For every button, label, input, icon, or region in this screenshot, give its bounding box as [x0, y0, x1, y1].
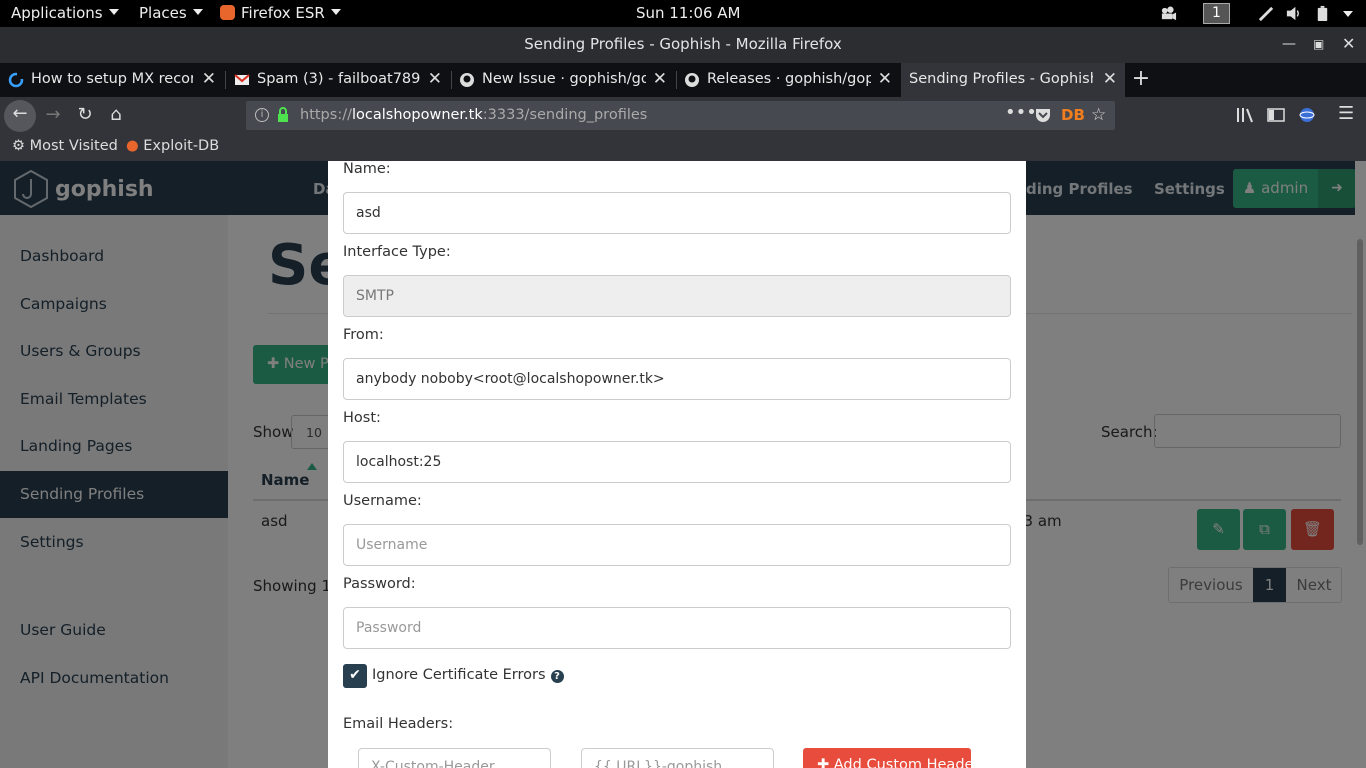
add-custom-header-label: Add Custom Header	[833, 757, 971, 768]
globe-extension-icon[interactable]	[1298, 106, 1316, 124]
window-titlebar: Sending Profiles - Gophish - Mozilla Fir…	[0, 27, 1366, 63]
password-label: Password:	[343, 576, 416, 592]
info-icon[interactable]: i	[255, 108, 269, 122]
github-icon	[460, 73, 474, 87]
tab-mx-records[interactable]: How to setup MX records ✕	[0, 63, 224, 97]
exploit-db-icon: ●	[126, 138, 139, 154]
firefox-icon	[220, 5, 235, 20]
minimize-icon[interactable]: —	[1282, 27, 1296, 61]
workspace-indicator[interactable]: 1	[1203, 3, 1230, 24]
custom-header-name-input[interactable]: X-Custom-Header	[358, 748, 551, 768]
url-host: localshopowner.tk	[351, 107, 483, 123]
ignore-cert-checkbox[interactable]: ✔	[343, 664, 367, 688]
sending-profile-modal: Name: Interface Type: From: Host: Userna…	[328, 161, 1026, 768]
add-custom-header-button[interactable]: ✚ Add Custom Header	[803, 748, 971, 768]
applications-label: Applications	[11, 4, 103, 22]
reload-button[interactable]: ↻	[70, 101, 100, 131]
clock[interactable]: Sun 11:06 AM	[636, 4, 741, 22]
username-label: Username:	[343, 493, 422, 509]
bookmark-star-icon[interactable]: ☆	[1091, 101, 1106, 129]
gear-icon: ⚙	[12, 138, 25, 154]
battery-icon[interactable]	[1314, 5, 1331, 22]
custom-header-value-input[interactable]: {{.URL}}-gophish	[581, 748, 774, 768]
url-path: :3333/sending_profiles	[482, 107, 648, 123]
url-text: https://localshopowner.tk:3333/sending_p…	[300, 101, 647, 129]
forward-button[interactable]: →	[38, 101, 68, 131]
checkmark-icon: ✔	[349, 667, 361, 683]
bookmark-label: Exploit-DB	[143, 138, 220, 154]
github-icon	[685, 73, 699, 87]
window-title: Sending Profiles - Gophish - Mozilla Fir…	[524, 35, 842, 53]
firefox-app-menu[interactable]: Firefox ESR	[220, 4, 341, 22]
places-menu[interactable]: Places	[139, 4, 203, 22]
extension-icon[interactable]: DB	[1061, 101, 1085, 129]
tab-sending-profiles[interactable]: Sending Profiles - Gophish ✕	[901, 63, 1125, 97]
firefox-menu-label: Firefox ESR	[241, 4, 325, 22]
tab-close-icon[interactable]: ✕	[1103, 63, 1117, 96]
browser-viewport: gophish Da ding Profiles Settings ♟ admi…	[0, 161, 1366, 768]
ignore-cert-label-text: Ignore Certificate Errors	[372, 667, 546, 683]
email-headers-label: Email Headers:	[343, 716, 454, 732]
tab-close-icon[interactable]: ✕	[202, 63, 216, 96]
chevron-down-icon	[192, 9, 203, 15]
page-actions-icon[interactable]: •••	[1005, 99, 1037, 127]
bookmarks-toolbar: ⚙ Most Visited ● Exploit-DB	[0, 134, 1366, 161]
from-input[interactable]	[343, 358, 1011, 400]
tab-close-icon[interactable]: ✕	[878, 63, 892, 96]
interface-type-input	[343, 275, 1011, 317]
tab-close-icon[interactable]: ✕	[428, 63, 442, 96]
pocket-icon[interactable]	[1035, 108, 1051, 123]
pen-icon[interactable]	[1258, 5, 1275, 22]
tab-new-issue[interactable]: New Issue · gophish/goph ✕	[451, 63, 675, 97]
maximize-icon[interactable]: ▣	[1313, 27, 1324, 61]
gnome-top-bar: Applications Places Firefox ESR Sun 11:0…	[0, 0, 1366, 27]
back-button[interactable]: ←	[4, 100, 36, 132]
tab-close-icon[interactable]: ✕	[653, 63, 667, 96]
hamburger-menu-icon[interactable]: ☰	[1338, 103, 1354, 124]
plus-icon: ✚	[817, 757, 830, 768]
applications-menu[interactable]: Applications	[11, 4, 119, 22]
refresh-blue-icon	[8, 72, 24, 88]
password-input[interactable]	[343, 607, 1011, 649]
url-scheme: https://	[300, 107, 352, 123]
window-close-icon[interactable]: ✕	[1342, 27, 1355, 61]
tab-title: Spam (3) - failboat789@	[257, 71, 421, 87]
chevron-down-icon	[108, 9, 119, 15]
tab-title: Sending Profiles - Gophish	[909, 71, 1093, 87]
url-bar[interactable]: i https://localshopowner.tk:3333/sending…	[246, 101, 1115, 130]
name-input[interactable]	[343, 192, 1011, 234]
interface-type-label: Interface Type:	[343, 244, 451, 260]
host-label: Host:	[343, 410, 381, 426]
tab-releases[interactable]: Releases · gophish/gophi ✕	[676, 63, 900, 97]
navigation-toolbar: ← → ↻ ⌂ i https://localshopowner.tk:3333…	[0, 97, 1366, 134]
lock-icon[interactable]	[276, 107, 290, 123]
home-button[interactable]: ⌂	[101, 101, 131, 131]
host-input[interactable]	[343, 441, 1011, 483]
new-tab-button[interactable]: +	[1128, 63, 1154, 97]
volume-icon[interactable]	[1285, 5, 1302, 22]
bookmark-exploit-db[interactable]: ● Exploit-DB	[126, 138, 219, 154]
ignore-cert-label[interactable]: Ignore Certificate Errors?	[372, 667, 564, 683]
tab-strip: How to setup MX records ✕ Spam (3) - fai…	[0, 63, 1366, 97]
system-menu-chevron-icon[interactable]	[1343, 11, 1353, 17]
chevron-down-icon	[330, 9, 341, 15]
places-label: Places	[139, 4, 187, 22]
question-circle-icon[interactable]: ?	[550, 670, 564, 683]
tab-title: New Issue · gophish/goph	[482, 71, 646, 87]
name-label: Name:	[343, 161, 391, 177]
tab-title: How to setup MX records	[31, 71, 193, 87]
bookmark-label: Most Visited	[29, 138, 118, 154]
video-camera-icon[interactable]	[1160, 5, 1177, 22]
bookmark-most-visited[interactable]: ⚙ Most Visited	[12, 138, 118, 154]
sidebar-toggle-icon[interactable]	[1267, 108, 1285, 122]
gmail-icon	[234, 74, 250, 85]
tab-gmail-spam[interactable]: Spam (3) - failboat789@ ✕	[226, 63, 450, 97]
username-input[interactable]	[343, 524, 1011, 566]
library-icon[interactable]	[1236, 107, 1254, 123]
tab-title: Releases · gophish/gophi	[707, 71, 871, 87]
from-label: From:	[343, 327, 384, 343]
